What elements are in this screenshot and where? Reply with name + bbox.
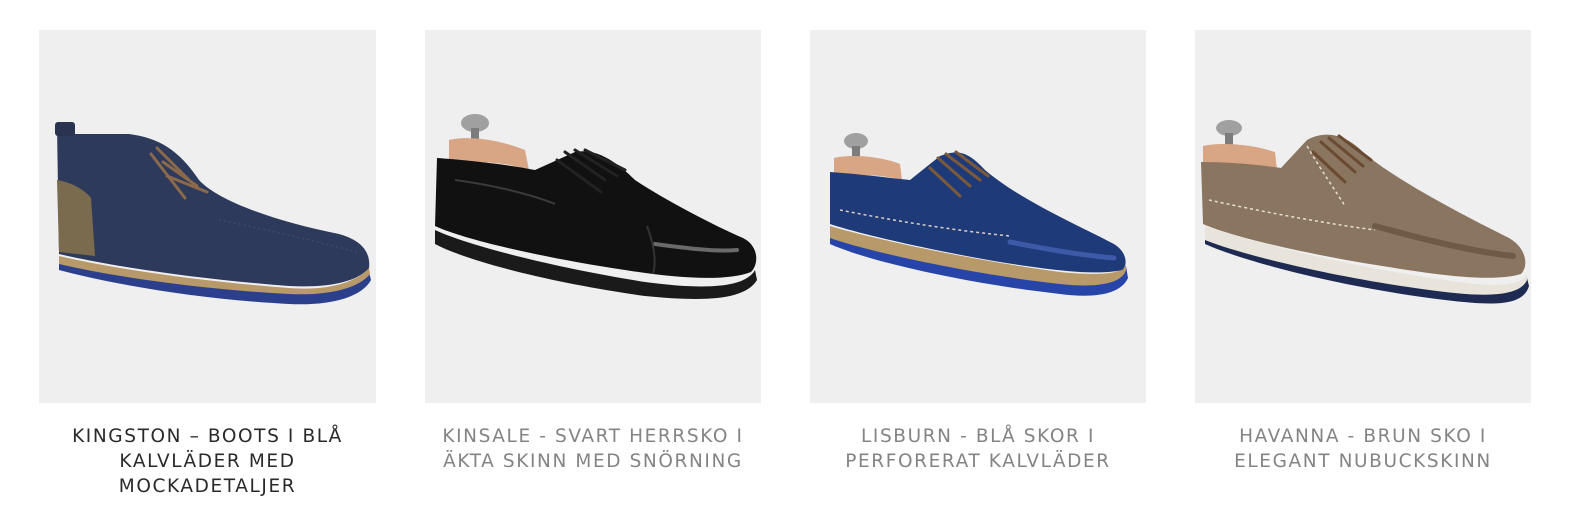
shoe-derby-black-icon (435, 114, 757, 299)
shoe-boot-icon (55, 122, 371, 305)
product-name[interactable]: LISBURN - BLÅ SKOR I PERFORERAT KALVLÄDE… (810, 424, 1146, 474)
product-image[interactable] (425, 30, 761, 403)
product-image[interactable] (39, 30, 376, 403)
shoe-derby-blue-icon (830, 133, 1128, 296)
shoe-derby-brown-icon (1201, 120, 1529, 304)
product-name[interactable]: KINSALE - SVART HERRSKO I ÄKTA SKINN MED… (425, 424, 761, 474)
product-name[interactable]: HAVANNA - BRUN SKO I ELEGANT NUBUCKSKINN (1195, 424, 1531, 474)
product-card-kingston[interactable]: KINGSTON – BOOTS I BLÅ KALVLÄDER MED MOC… (39, 30, 376, 499)
product-name[interactable]: KINGSTON – BOOTS I BLÅ KALVLÄDER MED MOC… (39, 424, 376, 499)
product-card-lisburn[interactable]: LISBURN - BLÅ SKOR I PERFORERAT KALVLÄDE… (810, 30, 1146, 474)
product-image[interactable] (810, 30, 1146, 403)
product-grid: KINGSTON – BOOTS I BLÅ KALVLÄDER MED MOC… (0, 0, 1578, 513)
product-image[interactable] (1195, 30, 1531, 403)
product-card-kinsale[interactable]: KINSALE - SVART HERRSKO I ÄKTA SKINN MED… (425, 30, 761, 474)
product-card-havanna[interactable]: HAVANNA - BRUN SKO I ELEGANT NUBUCKSKINN (1195, 30, 1531, 474)
